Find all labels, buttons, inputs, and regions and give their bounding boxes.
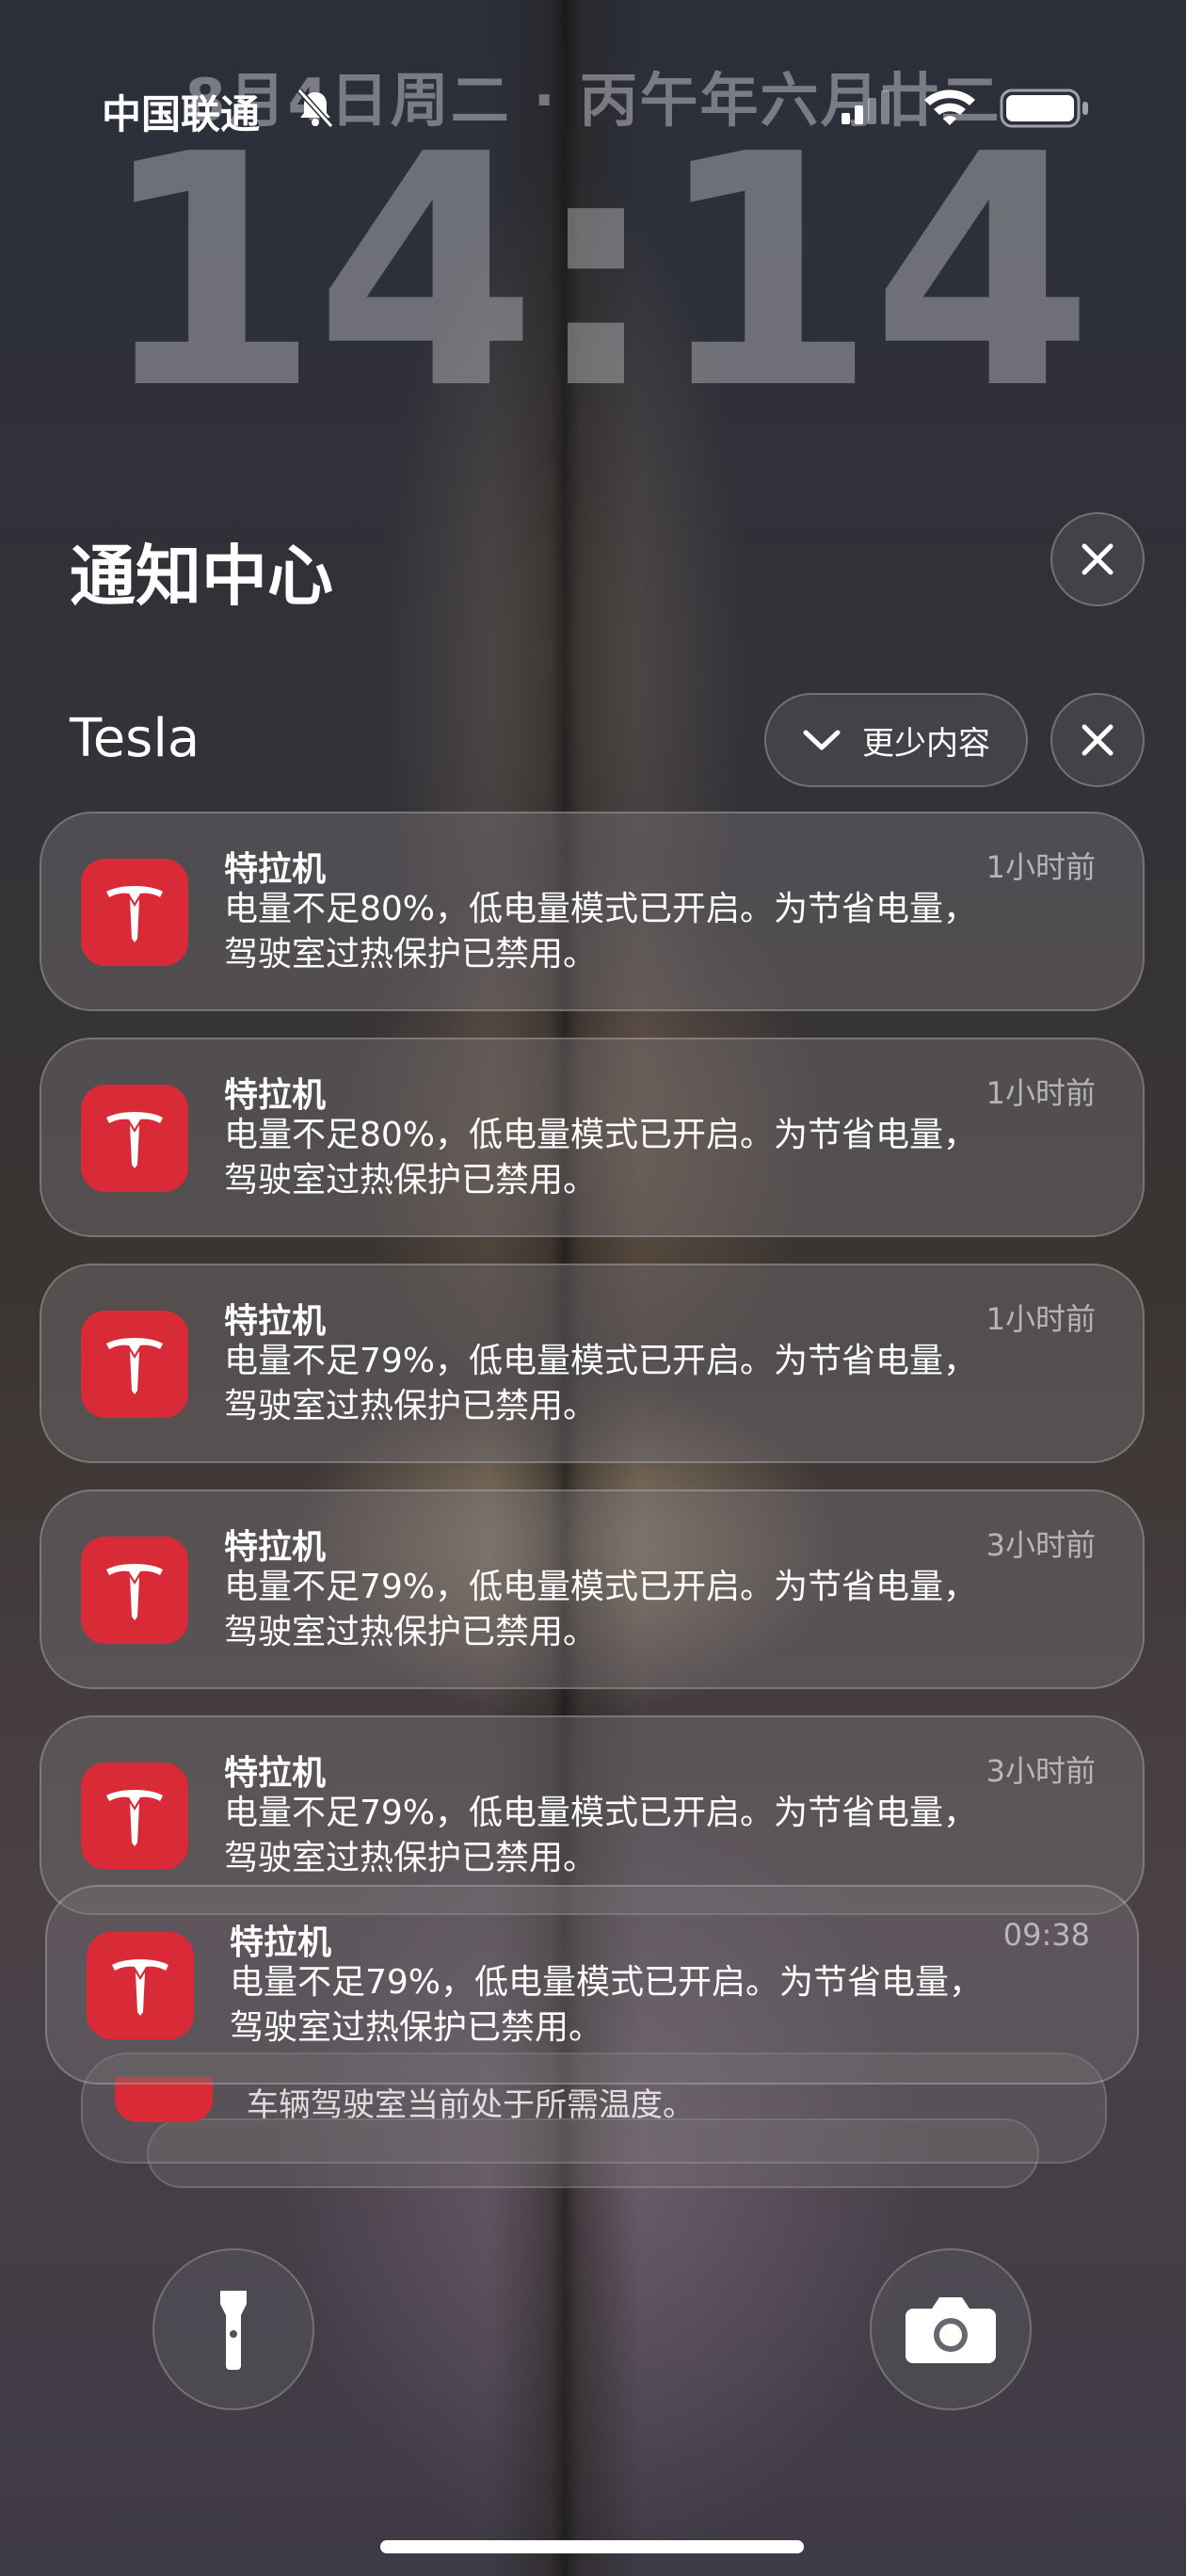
close-icon (1082, 724, 1114, 756)
tesla-logo-icon (81, 1311, 188, 1418)
status-bar: 中国联通 (0, 75, 1186, 141)
flashlight-button[interactable] (152, 2248, 314, 2410)
notification-time: 1小时前 (986, 1301, 1096, 1337)
notification-title: 特拉机 (224, 1076, 327, 1115)
bell-slash-icon (296, 88, 334, 129)
notification-time: 1小时前 (986, 849, 1096, 885)
clear-notification-center-button[interactable] (1050, 512, 1145, 606)
tesla-logo-icon (81, 1537, 188, 1644)
notification-title: 特拉机 (230, 1924, 332, 1962)
camera-button[interactable] (870, 2248, 1032, 2410)
tesla-logo-icon (87, 1932, 194, 2039)
camera-icon (906, 2297, 996, 2363)
notification-body: 电量不足79%，低电量模式已开启。为节省电量， 驾驶室过热保护已禁用。 (224, 1339, 1109, 1429)
notification-body: 电量不足80%，低电量模式已开启。为节省电量， 驾驶室过热保护已禁用。 (224, 887, 1109, 977)
notification-body-line: 电量不足79%，低电量模式已开启。为节省电量， (224, 1342, 978, 1380)
notification-center-title: 通知中心 (70, 538, 333, 615)
lock-screen: 8月4日周二 · 丙午年六月廿二 14:14 中国联通 通知中心 Tesla 更… (0, 0, 1186, 2576)
notification-group-title: Tesla (70, 708, 200, 769)
chevron-down-icon (803, 730, 841, 750)
notification-body-line: 驾驶室过热保护已禁用。 (224, 1613, 598, 1651)
show-less-label: 更少内容 (862, 724, 990, 763)
notification-body-line: 驾驶室过热保护已禁用。 (224, 935, 598, 974)
home-indicator[interactable] (380, 2540, 804, 2553)
notification-title: 特拉机 (224, 1302, 327, 1341)
wifi-icon (924, 89, 975, 125)
notification-card[interactable]: 特拉机 09:38 电量不足79%，低电量模式已开启。为节省电量， 驾驶室过热保… (45, 1885, 1139, 2085)
notification-body-line: 电量不足79%，低电量模式已开启。为节省电量， (224, 1568, 978, 1606)
notification-title: 特拉机 (224, 1528, 327, 1567)
tesla-logo-icon (81, 859, 188, 966)
notification-time: 09:38 (1002, 1917, 1090, 1953)
battery-icon (1000, 89, 1088, 128)
notification-time: 1小时前 (986, 1075, 1096, 1111)
cellular-signal-icon (841, 90, 890, 124)
notification-title: 特拉机 (224, 850, 327, 889)
lock-clock: 14:14 (97, 87, 1094, 459)
clear-group-button[interactable] (1050, 693, 1145, 787)
notification-body: 电量不足79%，低电量模式已开启。为节省电量， 驾驶室过热保护已禁用。 (224, 1565, 1109, 1655)
notification-body-line: 驾驶室过热保护已禁用。 (224, 1161, 598, 1199)
notification-body-line: 电量不足79%，低电量模式已开启。为节省电量， (224, 1794, 978, 1832)
notification-body-line: 电量不足80%，低电量模式已开启。为节省电量， (224, 890, 978, 928)
tesla-logo-icon (81, 1763, 188, 1870)
notification-body: 电量不足79%，低电量模式已开启。为节省电量， 驾驶室过热保护已禁用。 (230, 1960, 1114, 2051)
notification-body-line: 电量不足80%，低电量模式已开启。为节省电量， (224, 1116, 978, 1154)
close-icon (1082, 543, 1114, 575)
carrier-name: 中国联通 (102, 91, 261, 137)
notification-body: 电量不足80%，低电量模式已开启。为节省电量， 驾驶室过热保护已禁用。 (224, 1113, 1109, 1203)
notification-body-line: 电量不足79%，低电量模式已开启。为节省电量， (230, 1963, 984, 2002)
notification-body-line: 驾驶室过热保护已禁用。 (230, 2008, 603, 2047)
notification-card[interactable]: 特拉机 1小时前 电量不足80%，低电量模式已开启。为节省电量， 驾驶室过热保护… (40, 812, 1145, 1011)
stacked-notification-body: 车辆驾驶室当前处于所需温度。 (247, 2086, 695, 2124)
notification-title: 特拉机 (224, 1754, 327, 1793)
notification-card[interactable]: 特拉机 1小时前 电量不足80%，低电量模式已开启。为节省电量， 驾驶室过热保护… (40, 1038, 1145, 1237)
notification-body: 电量不足79%，低电量模式已开启。为节省电量， 驾驶室过热保护已禁用。 (224, 1791, 1109, 1881)
flashlight-icon (220, 2291, 247, 2370)
notification-card[interactable]: 特拉机 1小时前 电量不足79%，低电量模式已开启。为节省电量， 驾驶室过热保护… (40, 1264, 1145, 1463)
notification-time: 3小时前 (986, 1527, 1096, 1563)
notification-card[interactable]: 特拉机 3小时前 电量不足79%，低电量模式已开启。为节省电量， 驾驶室过热保护… (40, 1489, 1145, 1689)
notification-body-line: 驾驶室过热保护已禁用。 (224, 1839, 598, 1877)
notification-time: 3小时前 (986, 1753, 1096, 1789)
show-less-button[interactable]: 更少内容 (764, 693, 1028, 787)
tesla-logo-icon (81, 1085, 188, 1192)
notification-body-line: 驾驶室过热保护已禁用。 (224, 1387, 598, 1425)
